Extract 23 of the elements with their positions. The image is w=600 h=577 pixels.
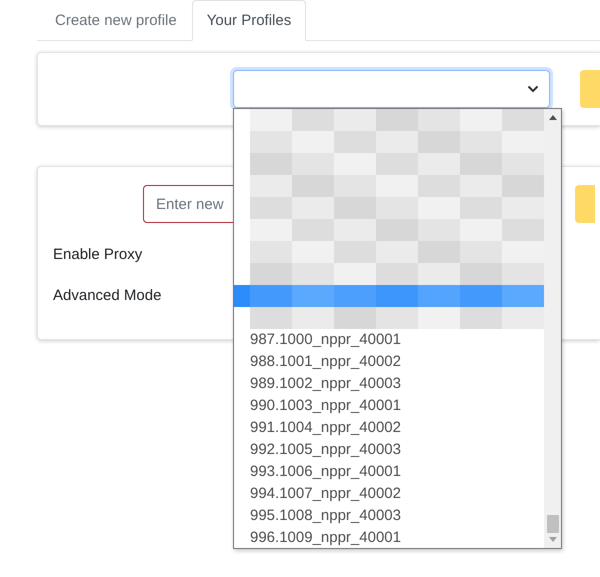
action-button[interactable] bbox=[580, 70, 600, 108]
dropdown-option[interactable]: 989.1002_nppr_40003 bbox=[234, 373, 544, 395]
dropdown-option[interactable]: 992.1005_nppr_40003 bbox=[234, 439, 544, 461]
dropdown-option[interactable]: 993.1006_nppr_40001 bbox=[234, 461, 544, 483]
dropdown-option[interactable]: 988.1001_nppr_40002 bbox=[234, 351, 544, 373]
chevron-down-icon bbox=[527, 85, 539, 93]
tab[interactable]: Create new profile bbox=[40, 0, 192, 41]
dropdown-option[interactable]: 990.1003_nppr_40001 bbox=[234, 395, 544, 417]
profile-select[interactable] bbox=[233, 70, 550, 108]
tab[interactable]: Your Profiles bbox=[192, 0, 306, 41]
dropdown-option[interactable]: 995.1008_nppr_40003 bbox=[234, 505, 544, 527]
scrollbar-thumb[interactable] bbox=[546, 515, 558, 533]
setting-label: Advanced Mode bbox=[53, 287, 162, 305]
dropdown-option[interactable]: 987.1000_nppr_40001 bbox=[234, 329, 544, 351]
scroll-up-icon[interactable] bbox=[548, 115, 556, 120]
setting-label: Enable Proxy bbox=[53, 246, 142, 264]
dropdown-option[interactable]: 991.1004_nppr_40002 bbox=[234, 417, 544, 439]
scroll-down-icon[interactable] bbox=[548, 537, 556, 542]
dropdown-option[interactable]: 996.1009_nppr_40001 bbox=[234, 527, 544, 548]
dropdown-option[interactable]: 994.1007_nppr_40002 bbox=[234, 483, 544, 505]
scrollbar[interactable] bbox=[544, 109, 561, 548]
blurred-option[interactable] bbox=[234, 285, 544, 307]
action-button[interactable] bbox=[575, 185, 595, 223]
